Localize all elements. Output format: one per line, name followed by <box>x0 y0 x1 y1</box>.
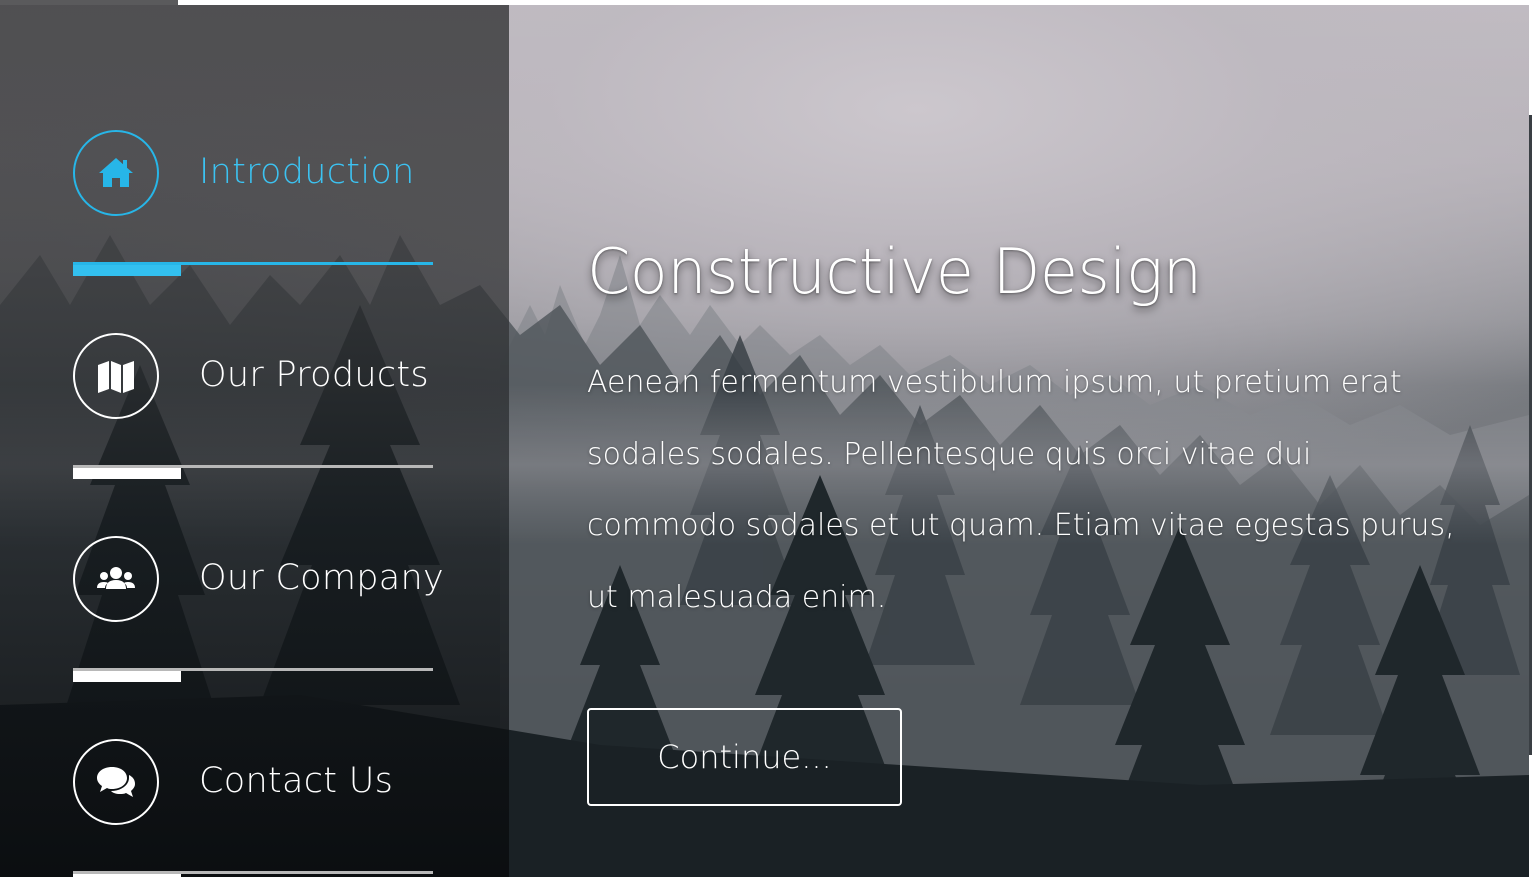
comments-icon <box>97 767 135 797</box>
nav-item-introduction[interactable]: Introduction <box>73 130 493 220</box>
nav-icon-circle <box>73 536 159 622</box>
map-icon <box>98 361 134 393</box>
nav-label: Our Company <box>199 558 445 598</box>
nav-item-our-products[interactable]: Our Products <box>73 333 493 423</box>
nav-icon-circle <box>73 739 159 825</box>
progress-fill <box>73 468 181 479</box>
progress-our-products <box>73 465 433 479</box>
nav-icon-circle <box>73 333 159 419</box>
nav-icon-circle <box>73 130 159 216</box>
nav-item-contact-us[interactable]: Contact Us <box>73 739 493 829</box>
nav-label: Our Products <box>199 355 429 395</box>
progress-contact-us <box>73 871 433 877</box>
progress-fill <box>73 265 181 276</box>
page-title: Constructive Design <box>587 235 1202 308</box>
home-icon <box>99 158 133 187</box>
body-paragraph: Aenean fermentum vestibulum ipsum, ut pr… <box>587 365 1455 615</box>
nav-label: Contact Us <box>199 761 394 801</box>
page: Introduction Our Products Our Company Co… <box>0 0 1532 877</box>
progress-fill <box>73 671 181 682</box>
progress-introduction <box>73 262 433 276</box>
progress-our-company <box>73 668 433 682</box>
nav-label: Introduction <box>199 152 415 192</box>
nav-item-our-company[interactable]: Our Company <box>73 536 493 626</box>
continue-button[interactable]: Continue... <box>587 708 902 806</box>
users-icon <box>97 567 135 589</box>
